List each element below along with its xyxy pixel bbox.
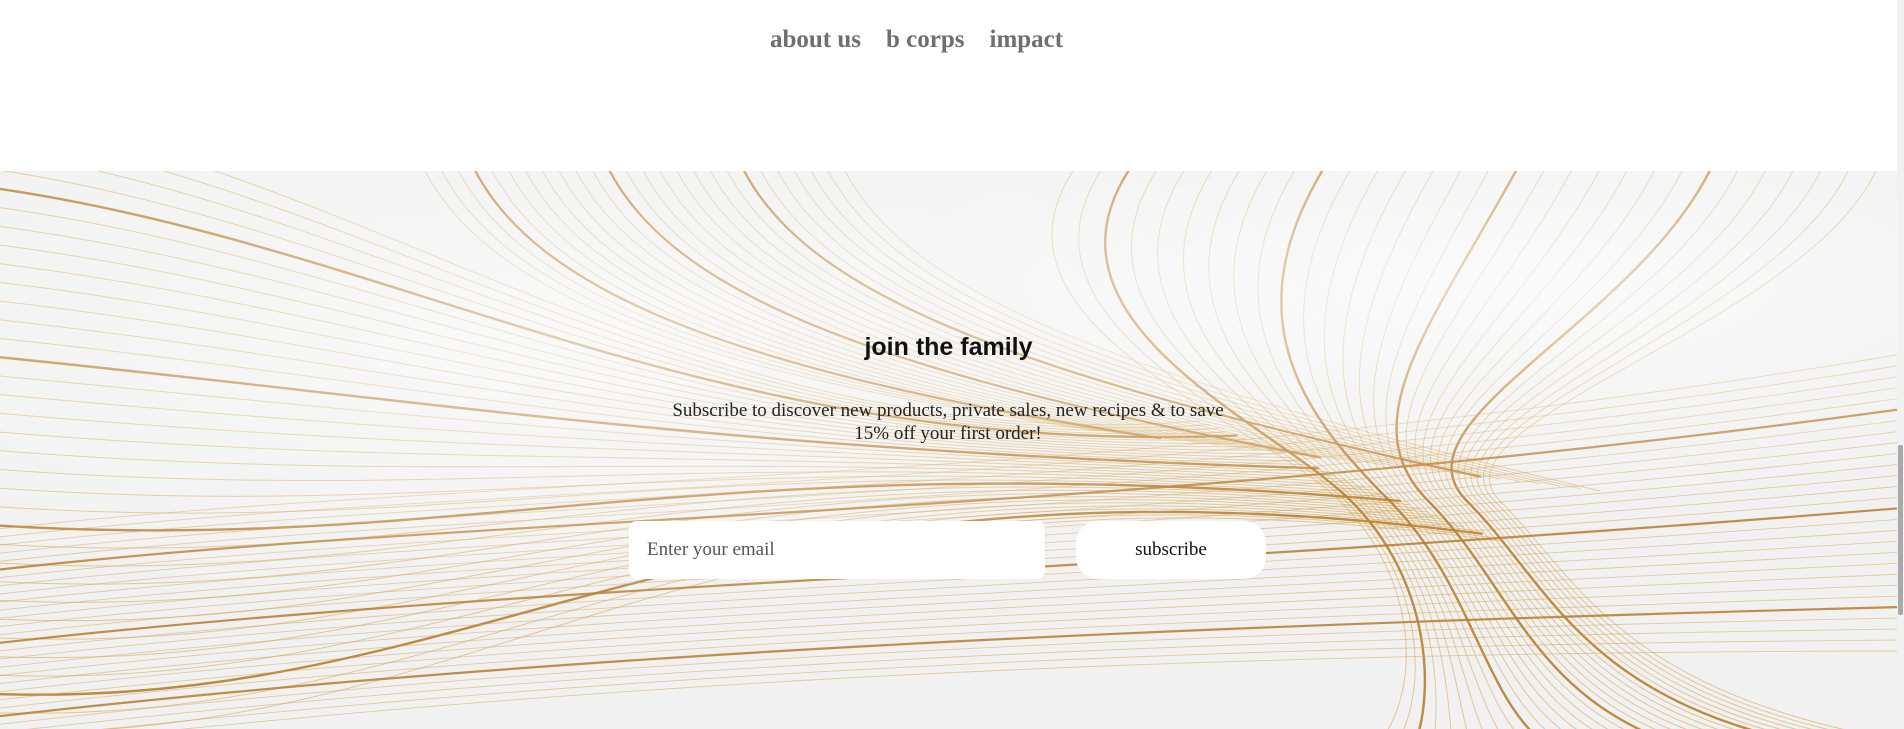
nav-link-impact[interactable]: impact	[990, 26, 1064, 54]
page: about us b corps impact join the family	[0, 0, 1904, 729]
newsletter-section: join the family Subscribe to discover ne…	[0, 171, 1897, 729]
scrollbar-thumb[interactable]	[1898, 445, 1903, 615]
nav-links: about us b corps impact	[770, 26, 1063, 54]
subscribe-button[interactable]: subscribe	[1076, 521, 1266, 579]
top-nav: about us b corps impact	[0, 0, 1897, 171]
gold-line-wave-art	[0, 171, 1897, 729]
nav-link-about-us[interactable]: about us	[770, 26, 861, 54]
newsletter-title: join the family	[864, 333, 1033, 361]
scrollbar[interactable]	[1897, 0, 1904, 729]
newsletter-description: Subscribe to discover new products, priv…	[672, 400, 1224, 444]
nav-link-b-corps[interactable]: b corps	[886, 26, 964, 54]
email-input[interactable]	[629, 521, 1045, 579]
